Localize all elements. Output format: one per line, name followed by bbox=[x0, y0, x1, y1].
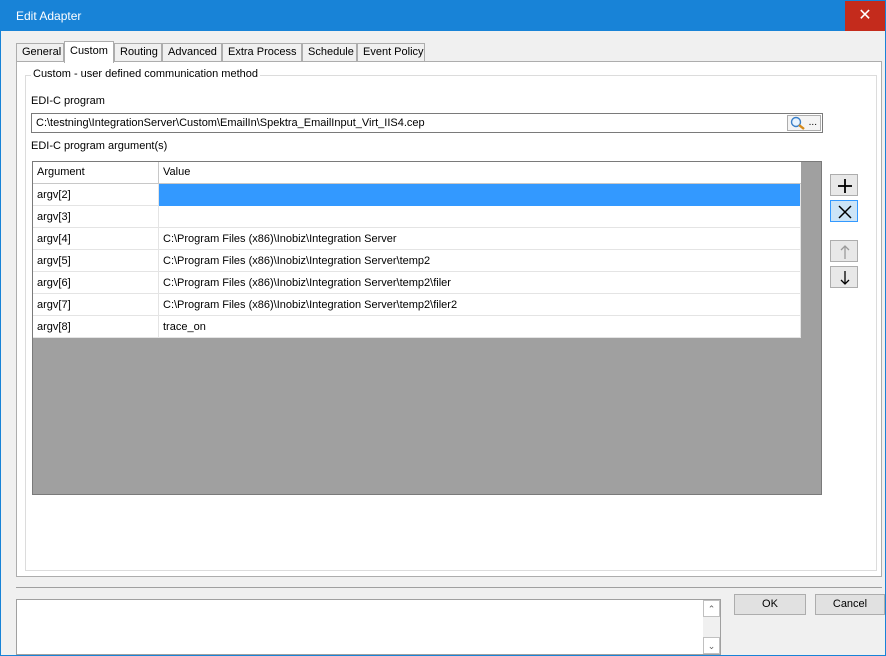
argument-cell[interactable]: argv[2] bbox=[33, 184, 159, 206]
move-down-button[interactable] bbox=[830, 266, 858, 288]
argument-cell[interactable]: argv[7] bbox=[33, 294, 159, 316]
value-cell[interactable]: trace_on bbox=[159, 316, 801, 338]
table-row[interactable]: argv[3] bbox=[33, 206, 801, 228]
tab-routing[interactable]: Routing bbox=[114, 43, 162, 62]
value-cell[interactable] bbox=[159, 184, 801, 206]
value-cell[interactable] bbox=[159, 206, 801, 228]
arrow-down-icon bbox=[840, 271, 850, 285]
footer-separator bbox=[16, 587, 882, 588]
value-cell[interactable]: C:\Program Files (x86)\Inobiz\Integratio… bbox=[159, 294, 801, 316]
program-label: EDI-C program bbox=[31, 95, 105, 107]
table-row[interactable]: argv[5] C:\Program Files (x86)\Inobiz\In… bbox=[33, 250, 801, 272]
value-cell[interactable]: C:\Program Files (x86)\Inobiz\Integratio… bbox=[159, 228, 801, 250]
browse-ellipsis: ... bbox=[808, 117, 817, 128]
argument-cell[interactable]: argv[4] bbox=[33, 228, 159, 250]
delete-argument-button[interactable] bbox=[830, 200, 858, 222]
table-row[interactable]: argv[7] C:\Program Files (x86)\Inobiz\In… bbox=[33, 294, 801, 316]
scroll-down-arrow-icon[interactable]: ⌄ bbox=[703, 637, 720, 654]
search-icon bbox=[790, 116, 805, 130]
grid-header: Argument Value bbox=[33, 162, 801, 184]
tab-general[interactable]: General bbox=[16, 43, 64, 62]
column-header-argument[interactable]: Argument bbox=[33, 162, 159, 183]
browse-program-button[interactable]: ... bbox=[787, 115, 821, 131]
table-row[interactable]: argv[8] trace_on bbox=[33, 316, 801, 338]
cancel-button[interactable]: Cancel bbox=[815, 594, 885, 615]
close-icon bbox=[838, 205, 852, 219]
program-path-input[interactable]: C:\testning\IntegrationServer\Custom\Ema… bbox=[31, 113, 823, 133]
argument-cell[interactable]: argv[3] bbox=[33, 206, 159, 228]
arguments-grid[interactable]: Argument Value argv[2] argv[3] argv[4] C… bbox=[32, 161, 822, 495]
custom-group-label: Custom - user defined communication meth… bbox=[31, 68, 260, 80]
plus-icon bbox=[838, 179, 852, 193]
arrow-up-icon bbox=[840, 245, 850, 259]
ok-button[interactable]: OK bbox=[734, 594, 806, 615]
arguments-label: EDI-C program argument(s) bbox=[31, 140, 168, 152]
column-header-value[interactable]: Value bbox=[159, 162, 801, 183]
move-up-button[interactable] bbox=[830, 240, 858, 262]
add-argument-button[interactable] bbox=[830, 174, 858, 196]
argument-cell[interactable]: argv[5] bbox=[33, 250, 159, 272]
tab-advanced[interactable]: Advanced bbox=[162, 43, 222, 62]
window-title: Edit Adapter bbox=[16, 9, 82, 23]
log-scrollbar[interactable]: ⌃ ⌄ bbox=[703, 600, 720, 654]
scroll-up-arrow-icon[interactable]: ⌃ bbox=[703, 600, 720, 617]
table-row[interactable]: argv[2] bbox=[33, 184, 801, 206]
program-path-value: C:\testning\IntegrationServer\Custom\Ema… bbox=[36, 117, 425, 129]
table-row[interactable]: argv[6] C:\Program Files (x86)\Inobiz\In… bbox=[33, 272, 801, 294]
argument-cell[interactable]: argv[8] bbox=[33, 316, 159, 338]
edit-adapter-window: Edit Adapter ✕ General Custom Routing Ad… bbox=[0, 0, 886, 656]
value-cell[interactable]: C:\Program Files (x86)\Inobiz\Integratio… bbox=[159, 272, 801, 294]
tab-schedule[interactable]: Schedule bbox=[302, 43, 357, 62]
message-log[interactable]: ⌃ ⌄ bbox=[16, 599, 721, 655]
tab-extra-process[interactable]: Extra Process bbox=[222, 43, 302, 62]
close-icon: ✕ bbox=[858, 7, 872, 24]
tab-event-policy[interactable]: Event Policy bbox=[357, 43, 425, 62]
table-row[interactable]: argv[4] C:\Program Files (x86)\Inobiz\In… bbox=[33, 228, 801, 250]
close-window-button[interactable]: ✕ bbox=[845, 1, 885, 31]
value-cell[interactable]: C:\Program Files (x86)\Inobiz\Integratio… bbox=[159, 250, 801, 272]
argument-cell[interactable]: argv[6] bbox=[33, 272, 159, 294]
title-bar[interactable]: Edit Adapter ✕ bbox=[1, 1, 885, 31]
tab-custom[interactable]: Custom bbox=[64, 41, 114, 63]
